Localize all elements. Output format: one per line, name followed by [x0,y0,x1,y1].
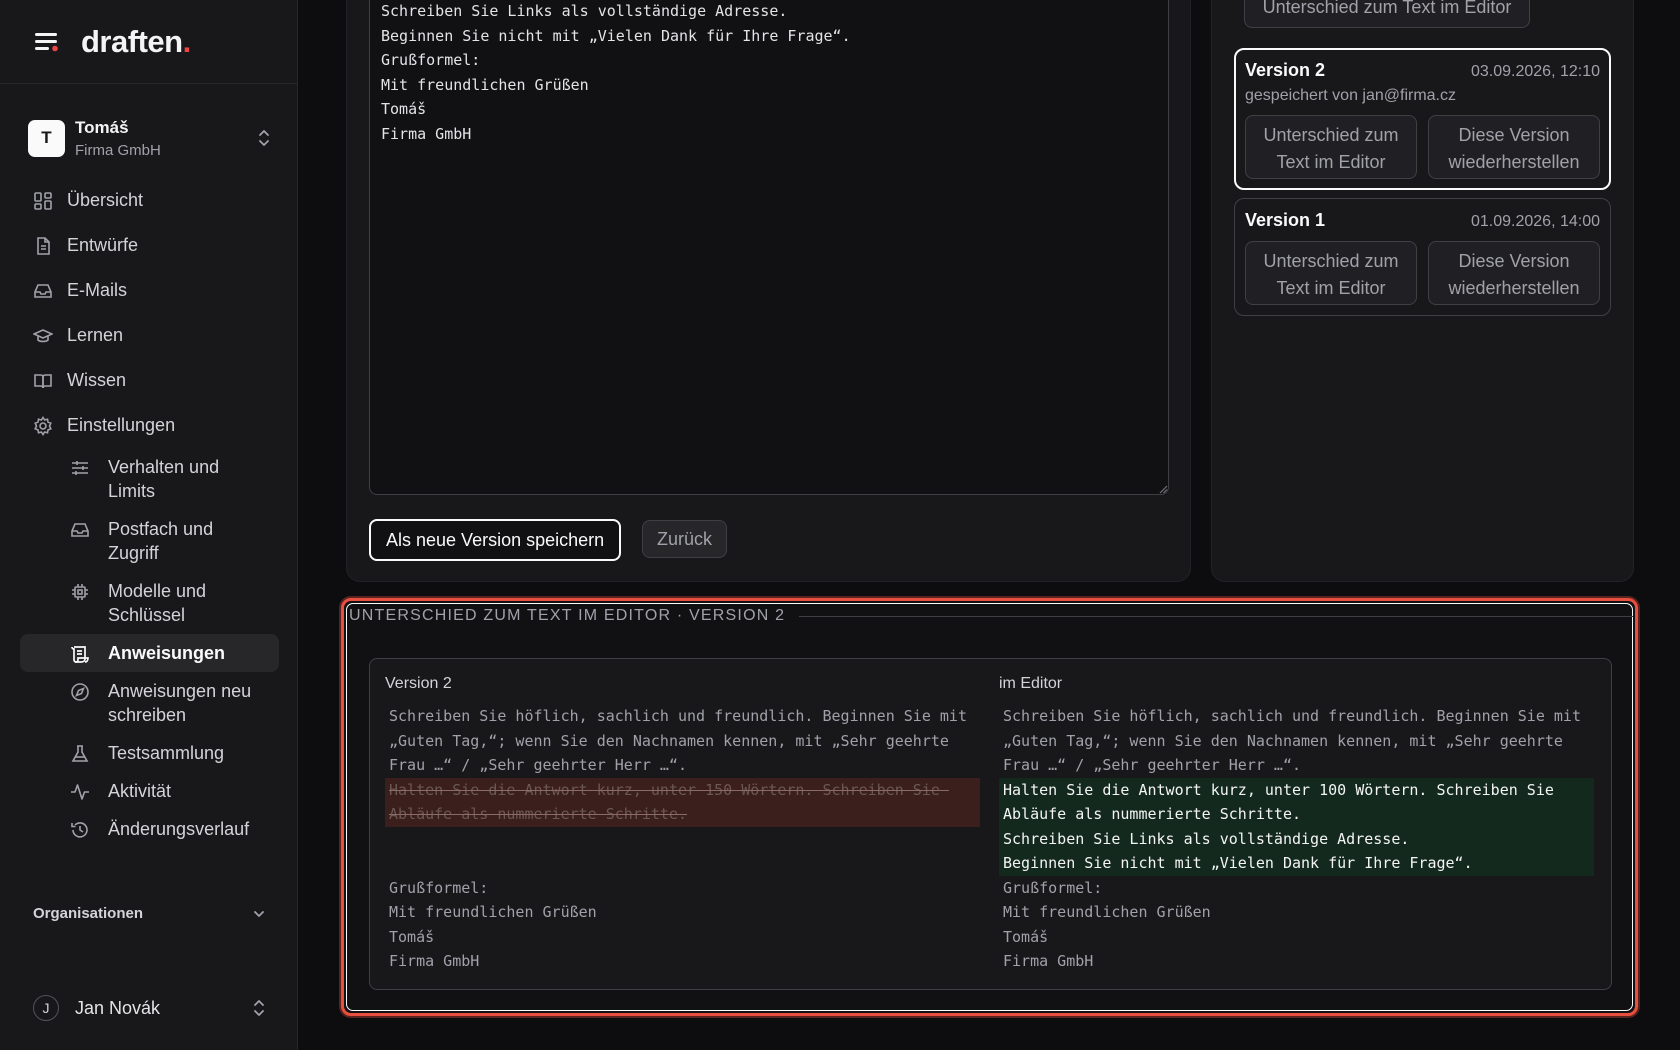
inbox-icon [70,520,90,540]
diff-with-editor-button[interactable]: Unterschied zum Text im Editor [1245,115,1417,179]
workspace-org: Firma GmbH [75,141,161,159]
sliders-icon [70,458,90,478]
nav-item-label: Lernen [67,325,124,345]
graduation-cap-icon [33,326,53,346]
sub-item-label: Modelle und Schlüssel [108,581,207,625]
scroll-icon [70,644,90,664]
compass-icon [70,682,90,702]
user-menu[interactable]: J Jan Novák [33,994,267,1022]
version-card-1: Version 1 01.09.2026, 14:00 Unterschied … [1234,198,1611,316]
sub-item-modelle-schluessel[interactable]: Modelle und Schlüssel [20,572,279,634]
nav-item-wissen[interactable]: Wissen [20,358,279,403]
versions-panel: Unterschied zum Text im Editor Version 2… [1211,0,1634,582]
nav-item-label: Entwürfe [67,235,139,255]
book-icon [33,371,53,391]
chevron-up-down-icon [254,1000,264,1016]
sub-item-label: Postfach und Zugriff [108,519,214,563]
workspace-avatar: T [28,119,65,157]
version-meta: gespeichert von jan@firma.cz [1245,87,1456,104]
brand-logo[interactable]: draften. [81,24,191,60]
version-date: 03.09.2026, 12:10 [1470,63,1600,80]
document-icon [33,236,53,256]
diff-header-label: UNTERSCHIED ZUM TEXT IM EDITOR · VERSION… [349,607,786,624]
diff-unchanged-block: Grußformel: Mit freundlichen Grüßen Tomá… [389,878,597,971]
save-new-version-button[interactable]: Als neue Version speichern [369,519,622,561]
chevron-up-down-icon [259,130,269,146]
version-title: Version 1 [1245,210,1326,230]
chevron-down-icon [254,910,264,917]
version-title: Version 2 [1245,60,1326,80]
diff-unchanged-block: Grußformel: Mit freundlichen Grüßen Tomá… [1003,878,1211,971]
diff-unchanged-block: Schreiben Sie höflich, sachlich und freu… [1003,707,1590,774]
diff-column-version: Version 2 Schreiben Sie höflich, sachlic… [385,675,980,974]
restore-version-button[interactable]: Diese Version wiederherstellen [1428,115,1600,179]
diff-removed-block: Halten Sie die Antwort kurz, unter 150 W… [385,777,980,827]
flask-icon [70,744,90,764]
activity-icon [70,782,90,802]
workspace-name: Tomáš [75,117,129,137]
nav-item-uebersicht[interactable]: Übersicht [20,178,279,223]
menu-icon [35,32,58,51]
diff-with-editor-button[interactable]: Unterschied zum Text im Editor [1245,241,1417,305]
diff-placeholder [385,827,980,876]
nav-item-emails[interactable]: E-Mails [20,268,279,313]
nav-item-label: E-Mails [67,280,128,300]
diff-unchanged-block: Schreiben Sie höflich, sachlich und freu… [389,707,976,774]
main-nav: Übersicht Entwürfe E-Mails Lernen Wissen [20,178,279,848]
sub-item-label: Änderungsverlauf [108,819,250,839]
nav-item-lernen[interactable]: Lernen [20,313,279,358]
brand-row: draften. [0,0,297,84]
chip-icon [70,582,90,602]
brand-name: draften [81,23,183,59]
sub-item-label: Testsammlung [108,743,225,763]
diff-added-block: Halten Sie die Antwort kurz, unter 100 W… [999,777,1594,876]
sub-item-label: Anweisungen [108,643,226,663]
version-3-diff-button[interactable]: Unterschied zum Text im Editor [1244,0,1530,28]
history-icon [70,820,90,840]
organizations-label: Organisationen [33,905,144,922]
version-card-2: Version 2 03.09.2026, 12:10 gespeichert … [1234,48,1611,190]
nav-item-label: Wissen [67,370,127,390]
inbox-icon [33,281,53,301]
user-avatar: J [33,995,59,1021]
grid-icon [33,191,53,211]
sub-item-testsammlung[interactable]: Testsammlung [20,734,279,772]
brand-dot: . [182,23,192,59]
sub-item-aenderungsverlauf[interactable]: Änderungsverlauf [20,810,279,848]
diff-column-title: im Editor [999,675,1063,692]
divider [799,615,1633,617]
workspace-switcher[interactable]: T Tomáš Firma GmbH [28,117,272,159]
sub-item-aktivitaet[interactable]: Aktivität [20,772,279,810]
gear-icon [33,415,53,436]
nav-item-label: Einstellungen [67,415,176,435]
nav-item-einstellungen[interactable]: Einstellungen [20,403,279,448]
nav-item-entwuerfe[interactable]: Entwürfe [20,223,279,268]
instructions-editor-card: Schreiben Sie Links als vollständige Adr… [346,0,1191,582]
back-button[interactable]: Zurück [642,520,728,558]
menu-toggle-button[interactable] [33,28,61,56]
sub-item-anweisungen-neu-schreiben[interactable]: Anweisungen neu schreiben [20,672,279,734]
sub-item-label: Aktivität [108,781,172,801]
nav-item-label: Übersicht [67,190,144,210]
sidebar: draften. T Tomáš Firma GmbH Übersicht En… [0,0,298,1050]
diff-header: UNTERSCHIED ZUM TEXT IM EDITOR · VERSION… [349,607,1633,625]
settings-subnav: Verhalten und Limits Postfach und Zugrif… [20,448,279,848]
sub-item-label: Verhalten und Limits [108,457,220,501]
sub-item-anweisungen[interactable]: Anweisungen [20,634,279,672]
organizations-toggle[interactable]: Organisationen [33,905,267,922]
restore-version-button[interactable]: Diese Version wiederherstellen [1428,241,1600,305]
sub-item-verhalten-limits[interactable]: Verhalten und Limits [20,448,279,510]
diff-column-title: Version 2 [385,675,452,692]
instructions-textarea[interactable]: Schreiben Sie Links als vollständige Adr… [369,0,1169,495]
sub-item-label: Anweisungen neu schreiben [108,681,252,725]
diff-view: Version 2 Schreiben Sie höflich, sachlic… [369,658,1612,990]
resize-handle-icon[interactable] [1159,485,1168,494]
sub-item-postfach-zugriff[interactable]: Postfach und Zugriff [20,510,279,572]
version-date: 01.09.2026, 14:00 [1470,213,1600,230]
diff-column-editor: im Editor Schreiben Sie höflich, sachlic… [999,675,1594,974]
user-name: Jan Novák [75,997,161,1018]
diff-section: UNTERSCHIED ZUM TEXT IM EDITOR · VERSION… [341,598,1638,1016]
